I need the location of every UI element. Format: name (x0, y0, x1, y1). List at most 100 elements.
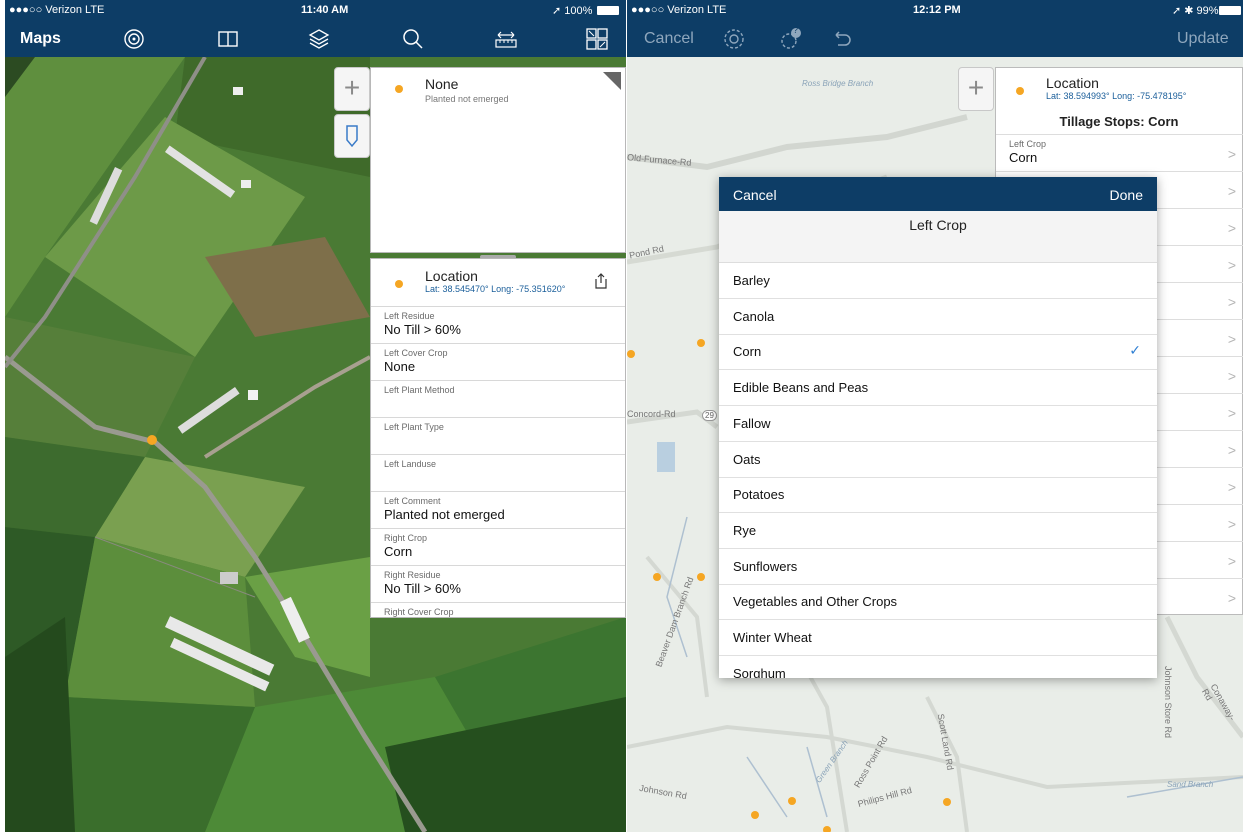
field-value: Corn (384, 544, 413, 559)
field-label: Left Landuse (384, 459, 437, 469)
field-row[interactable]: Right Residue No Till > 60% (371, 565, 625, 602)
crop-option[interactable]: Edible Beans and Peas (719, 370, 1157, 407)
crop-option[interactable]: Sorghum (719, 656, 1157, 678)
field-label: Right Cover Crop (384, 607, 454, 617)
field-row[interactable]: Left Plant Method (371, 380, 625, 417)
chevron-right-icon: > (1227, 183, 1236, 199)
marker-button[interactable] (334, 114, 370, 158)
crop-option[interactable]: Canola (719, 299, 1157, 335)
field-label: Right Crop (384, 533, 428, 543)
undo-icon[interactable] (830, 27, 854, 51)
crop-option[interactable]: Barley (719, 263, 1157, 299)
ruler-icon[interactable] (494, 27, 518, 51)
card-subtitle: Planted not emerged (425, 94, 509, 104)
crop-option-label: Corn (733, 344, 762, 360)
field-value: None (384, 359, 416, 374)
left-crop-picker: Cancel Done Left Crop Barley Canola Corn ✓ E… (719, 177, 1157, 678)
target-icon[interactable] (122, 27, 146, 51)
crop-option-label: Oats (733, 451, 761, 467)
field-value: No Till > 60% (384, 322, 461, 337)
field-row[interactable]: Left Cover Crop None (371, 343, 625, 380)
grid-scan-icon[interactable] (585, 27, 609, 51)
route-shield: 29 (702, 410, 717, 421)
chevron-right-icon: > (1227, 442, 1236, 458)
field-row[interactable]: Left Plant Type (371, 417, 625, 454)
crop-option[interactable]: Winter Wheat (719, 620, 1157, 656)
battery-label: ➚ 100% (552, 5, 593, 17)
top-feature-card[interactable]: None Planted not emerged (370, 67, 626, 253)
gear-help-icon[interactable] (779, 27, 803, 51)
corner-fold-icon (603, 72, 621, 90)
field-row[interactable]: Right Crop Corn (371, 528, 625, 565)
chevron-right-icon: > (1227, 553, 1236, 569)
field-value: No Till > 60% (384, 581, 461, 596)
chevron-right-icon: > (1227, 590, 1236, 606)
zoom-in-button[interactable]: + (958, 67, 994, 111)
map-toolbar: Maps (5, 20, 626, 57)
crop-option-label: Sorghum (733, 665, 786, 678)
field-row[interactable]: Right Cover Crop (371, 602, 625, 617)
cancel-button[interactable]: Cancel (644, 30, 694, 48)
stream-label: Sand Branch (1167, 780, 1214, 789)
picker-title: Left Crop (909, 217, 967, 233)
field-label: Left Residue (384, 311, 435, 321)
tillage-title: Location (1046, 75, 1099, 91)
status-bar: ●●●○○ Verizon LTE 12:12 PM ➚ ✱ 99% (627, 0, 1243, 20)
layers-icon[interactable] (307, 27, 331, 51)
marker-icon (346, 125, 358, 148)
crop-option[interactable]: Corn ✓ (719, 334, 1157, 371)
battery-icon (597, 6, 619, 15)
chevron-right-icon: > (1227, 257, 1236, 273)
crop-option-label: Canola (733, 308, 775, 324)
point-dot-icon (1016, 87, 1024, 95)
crop-option-label: Edible Beans and Peas (733, 380, 869, 396)
card-title: None (425, 76, 459, 92)
maps-title[interactable]: Maps (20, 30, 61, 48)
tillage-heading: Tillage Stops: Corn (1059, 114, 1179, 129)
edit-toolbar: Cancel ? Update (627, 20, 1243, 57)
search-icon[interactable] (401, 27, 425, 51)
crop-option[interactable]: Vegetables and Other Crops (719, 584, 1157, 621)
field-label: Left Cover Crop (384, 348, 448, 358)
crop-option-label: Fallow (733, 415, 771, 431)
battery-icon (1219, 6, 1241, 15)
picker-cancel-button[interactable]: Cancel (733, 187, 777, 203)
crop-option-label: Vegetables and Other Crops (733, 594, 898, 610)
battery-label: ➚ ✱ 99% (1172, 5, 1219, 17)
carrier-label: ●●●○○ Verizon LTE (9, 4, 105, 16)
field-row[interactable]: Left Comment Planted not emerged (371, 491, 625, 528)
gear-icon[interactable] (722, 27, 746, 51)
chevron-right-icon: > (1227, 405, 1236, 421)
crop-option[interactable]: Sunflowers (719, 549, 1157, 585)
tillage-row-left-crop[interactable]: Left Crop Corn > (996, 134, 1243, 171)
crop-option-label: Winter Wheat (733, 630, 812, 645)
crop-option[interactable]: Potatoes (719, 477, 1157, 514)
chevron-right-icon: > (1227, 331, 1236, 347)
book-icon[interactable] (216, 27, 240, 51)
picker-header: Cancel Done (719, 177, 1157, 211)
field-value: Planted not emerged (384, 507, 505, 522)
point-dot-icon (395, 280, 403, 288)
field-label: Left Plant Method (384, 385, 455, 395)
crop-option-label: Barley (733, 273, 770, 288)
crop-option-label: Sunflowers (733, 558, 798, 574)
zoom-in-button[interactable]: + (334, 67, 370, 111)
carrier-label: ●●●○○ Verizon LTE (631, 4, 727, 16)
crop-option[interactable]: Oats (719, 442, 1157, 478)
location-detail-card: Location Lat: 38.545470° Long: -75.35162… (370, 258, 626, 618)
crop-option[interactable]: Fallow (719, 406, 1157, 442)
road-label: Johnson Store Rd (1163, 665, 1174, 739)
field-label: Left Comment (384, 496, 441, 506)
crop-option-label: Potatoes (733, 487, 785, 503)
picker-done-button[interactable]: Done (1110, 187, 1143, 203)
update-button[interactable]: Update (1177, 30, 1229, 48)
chevron-right-icon: > (1227, 146, 1236, 162)
location-coords: Lat: 38.545470° Long: -75.351620° (425, 284, 566, 294)
field-row[interactable]: Left Landuse (371, 454, 625, 491)
field-row[interactable]: Left Residue No Till > 60% (371, 306, 625, 343)
crop-option[interactable]: Rye (719, 513, 1157, 549)
share-icon[interactable] (594, 273, 608, 294)
right-screen: ●●●○○ Verizon LTE 12:12 PM ➚ ✱ 99% Cance… (627, 0, 1243, 832)
help-badge: ? (793, 25, 799, 35)
field-label: Right Residue (384, 570, 441, 580)
